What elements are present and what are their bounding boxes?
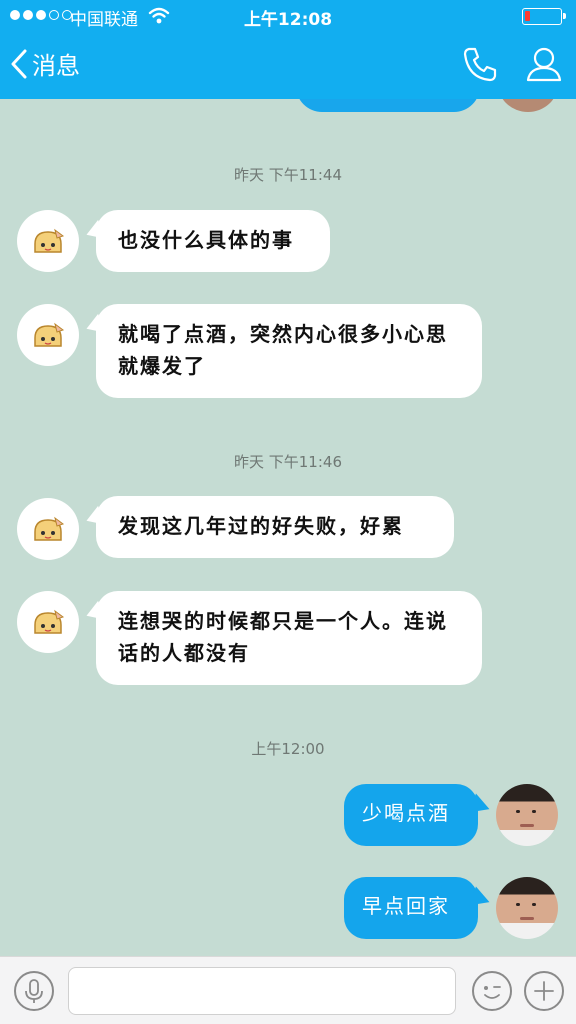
back-button[interactable]: 消息: [10, 46, 80, 81]
outgoing-message-bubble[interactable]: 早点回家: [344, 877, 478, 939]
message-text: 连想哭的时候都只是一个人。连说话的人都没有: [118, 609, 448, 665]
contact-avatar[interactable]: [17, 591, 79, 653]
status-time: 上午12:08: [243, 10, 333, 30]
emoji-button[interactable]: [472, 971, 512, 1011]
more-button[interactable]: [524, 971, 564, 1011]
timestamp: 上午12:00: [251, 740, 325, 758]
battery-icon: [522, 8, 566, 25]
incoming-message-bubble[interactable]: 就喝了点酒，突然内心很多小心思就爆发了: [96, 304, 482, 398]
incoming-message-bubble[interactable]: 连想哭的时候都只是一个人。连说话的人都没有: [96, 591, 482, 685]
message-input[interactable]: [68, 967, 456, 1015]
cartoon-face-icon: [34, 609, 65, 634]
contact-avatar[interactable]: [17, 304, 79, 366]
message-text: 发现这几年过的好失败，好累: [118, 514, 404, 538]
timestamp: 昨天 下午11:44: [234, 166, 342, 184]
microphone-icon: [25, 979, 43, 1003]
incoming-message-bubble[interactable]: 发现这几年过的好失败，好累: [96, 496, 454, 558]
cartoon-face-icon: [34, 322, 65, 347]
phone-icon[interactable]: [460, 44, 500, 84]
my-avatar[interactable]: [496, 877, 558, 939]
emoji-icon: [484, 986, 501, 999]
contact-avatar[interactable]: [17, 210, 79, 272]
timestamp: 昨天 下午11:46: [234, 453, 342, 471]
my-avatar[interactable]: [496, 784, 558, 846]
incoming-message-bubble[interactable]: 也没什么具体的事: [96, 210, 330, 272]
input-bar: [0, 956, 576, 1024]
cartoon-face-icon: [34, 228, 65, 253]
voice-button[interactable]: [14, 971, 54, 1011]
message-text: 也没什么具体的事: [118, 228, 294, 252]
contact-avatar[interactable]: [17, 498, 79, 560]
status-bar: 中国联通 上午12:08: [0, 0, 576, 32]
back-label: 消息: [32, 52, 80, 80]
message-text: 早点回家: [362, 896, 450, 918]
top-bar: 中国联通 上午12:08 消息: [0, 0, 576, 99]
cartoon-face-icon: [34, 516, 65, 541]
message-text: 就喝了点酒，突然内心很多小心思就爆发了: [118, 322, 448, 378]
back-chevron-icon: [11, 49, 27, 78]
message-text: 少喝点酒: [362, 803, 450, 825]
outgoing-message-bubble[interactable]: 少喝点酒: [344, 784, 478, 846]
contact-icon[interactable]: [524, 44, 564, 84]
plus-icon: [534, 981, 554, 1001]
